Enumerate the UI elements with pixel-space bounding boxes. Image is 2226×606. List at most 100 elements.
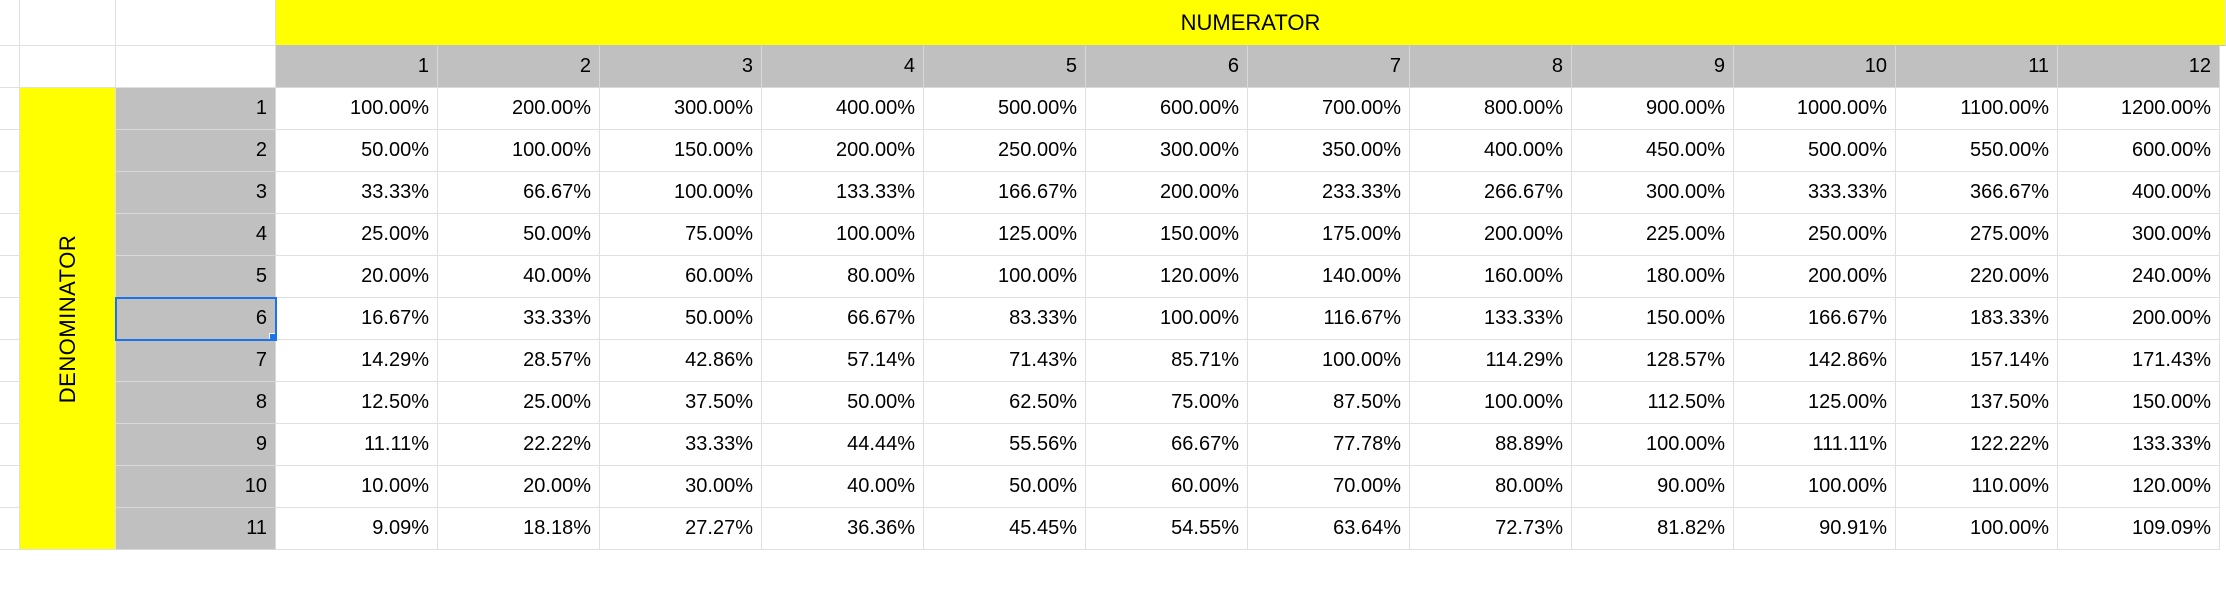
data-cell[interactable]: 1000.00% [1734,88,1896,130]
numerator-col-header[interactable]: 12 [2058,46,2220,88]
data-cell[interactable]: 125.00% [924,214,1086,256]
data-cell[interactable]: 25.00% [438,382,600,424]
data-cell[interactable]: 133.33% [1410,298,1572,340]
data-cell[interactable]: 36.36% [762,508,924,550]
data-cell[interactable]: 71.43% [924,340,1086,382]
data-cell[interactable]: 116.67% [1248,298,1410,340]
data-cell[interactable]: 66.67% [762,298,924,340]
numerator-col-header[interactable]: 2 [438,46,600,88]
data-cell[interactable]: 120.00% [2058,466,2220,508]
data-cell[interactable]: 150.00% [2058,382,2220,424]
data-cell[interactable]: 333.33% [1734,172,1896,214]
numerator-col-header[interactable]: 10 [1734,46,1896,88]
data-cell[interactable]: 10.00% [276,466,438,508]
data-cell[interactable]: 200.00% [1734,256,1896,298]
data-cell[interactable]: 81.82% [1572,508,1734,550]
data-cell[interactable]: 550.00% [1896,130,2058,172]
data-cell[interactable]: 75.00% [1086,382,1248,424]
denominator-row-header[interactable]: 6 [116,298,276,340]
data-cell[interactable]: 90.91% [1734,508,1896,550]
data-cell[interactable]: 180.00% [1572,256,1734,298]
blank-cell[interactable] [0,382,20,424]
denominator-row-header[interactable]: 9 [116,424,276,466]
data-cell[interactable]: 63.64% [1248,508,1410,550]
numerator-col-header[interactable]: 6 [1086,46,1248,88]
data-cell[interactable]: 12.50% [276,382,438,424]
data-cell[interactable]: 40.00% [762,466,924,508]
numerator-col-header[interactable]: 9 [1572,46,1734,88]
data-cell[interactable]: 33.33% [600,424,762,466]
data-cell[interactable]: 25.00% [276,214,438,256]
data-cell[interactable]: 400.00% [1410,130,1572,172]
data-cell[interactable]: 18.18% [438,508,600,550]
data-cell[interactable]: 200.00% [2058,298,2220,340]
blank-cell[interactable] [20,46,116,88]
denominator-row-header[interactable]: 11 [116,508,276,550]
blank-cell[interactable] [0,508,20,550]
numerator-col-header[interactable]: 4 [762,46,924,88]
blank-cell[interactable] [0,340,20,382]
data-cell[interactable]: 37.50% [600,382,762,424]
data-cell[interactable]: 600.00% [2058,130,2220,172]
data-cell[interactable]: 90.00% [1572,466,1734,508]
data-cell[interactable]: 120.00% [1086,256,1248,298]
data-cell[interactable]: 150.00% [600,130,762,172]
data-cell[interactable]: 150.00% [1572,298,1734,340]
data-cell[interactable]: 109.09% [2058,508,2220,550]
blank-cell[interactable] [0,256,20,298]
blank-cell[interactable] [0,0,20,46]
blank-cell[interactable] [0,46,20,88]
data-cell[interactable]: 40.00% [438,256,600,298]
data-cell[interactable]: 200.00% [1410,214,1572,256]
data-cell[interactable]: 80.00% [1410,466,1572,508]
data-cell[interactable]: 100.00% [1734,466,1896,508]
data-cell[interactable]: 800.00% [1410,88,1572,130]
data-cell[interactable]: 66.67% [1086,424,1248,466]
data-cell[interactable]: 11.11% [276,424,438,466]
numerator-title-cell[interactable]: NUMERATOR [276,0,2226,46]
data-cell[interactable]: 250.00% [924,130,1086,172]
data-cell[interactable]: 366.67% [1896,172,2058,214]
blank-cell[interactable] [0,298,20,340]
data-cell[interactable]: 27.27% [600,508,762,550]
data-cell[interactable]: 220.00% [1896,256,2058,298]
data-cell[interactable]: 100.00% [762,214,924,256]
data-cell[interactable]: 66.67% [438,172,600,214]
blank-cell[interactable] [0,130,20,172]
data-cell[interactable]: 70.00% [1248,466,1410,508]
data-cell[interactable]: 54.55% [1086,508,1248,550]
data-cell[interactable]: 112.50% [1572,382,1734,424]
denominator-row-header[interactable]: 1 [116,88,276,130]
numerator-col-header[interactable]: 11 [1896,46,2058,88]
data-cell[interactable]: 100.00% [1896,508,2058,550]
data-cell[interactable]: 60.00% [600,256,762,298]
data-cell[interactable]: 83.33% [924,298,1086,340]
data-cell[interactable]: 600.00% [1086,88,1248,130]
data-cell[interactable]: 114.29% [1410,340,1572,382]
denominator-row-header[interactable]: 5 [116,256,276,298]
data-cell[interactable]: 50.00% [600,298,762,340]
data-cell[interactable]: 100.00% [924,256,1086,298]
data-cell[interactable]: 30.00% [600,466,762,508]
data-cell[interactable]: 137.50% [1896,382,2058,424]
denominator-row-header[interactable]: 7 [116,340,276,382]
data-cell[interactable]: 700.00% [1248,88,1410,130]
data-cell[interactable]: 88.89% [1410,424,1572,466]
data-cell[interactable]: 33.33% [438,298,600,340]
data-cell[interactable]: 100.00% [438,130,600,172]
data-cell[interactable]: 28.57% [438,340,600,382]
data-cell[interactable]: 55.56% [924,424,1086,466]
blank-cell[interactable] [20,0,116,46]
data-cell[interactable]: 166.67% [1734,298,1896,340]
data-cell[interactable]: 60.00% [1086,466,1248,508]
data-cell[interactable]: 22.22% [438,424,600,466]
data-cell[interactable]: 300.00% [1086,130,1248,172]
data-cell[interactable]: 133.33% [762,172,924,214]
denominator-title-cell[interactable]: DENOMINATOR [20,88,116,550]
data-cell[interactable]: 300.00% [1572,172,1734,214]
data-cell[interactable]: 450.00% [1572,130,1734,172]
blank-cell[interactable] [116,46,276,88]
numerator-col-header[interactable]: 5 [924,46,1086,88]
data-cell[interactable]: 142.86% [1734,340,1896,382]
data-cell[interactable]: 900.00% [1572,88,1734,130]
